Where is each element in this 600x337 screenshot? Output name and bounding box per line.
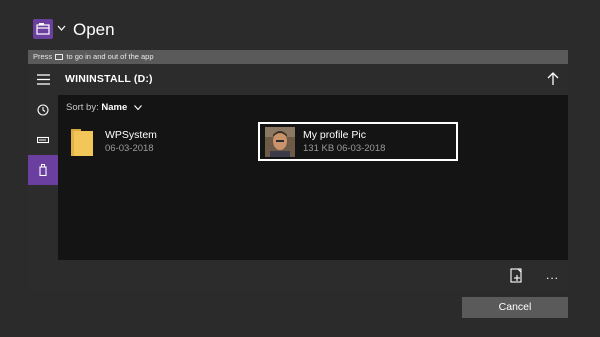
file-name: My profile Pic: [303, 128, 367, 141]
hint-suffix: to go in and out of the app: [66, 52, 154, 61]
chevron-down-icon[interactable]: [57, 25, 66, 31]
dialog-title: Open: [73, 20, 115, 39]
folder-icon: [71, 129, 93, 156]
current-location: WININSTALL (D:): [65, 73, 153, 85]
sort-value: Name: [101, 102, 128, 113]
cancel-button[interactable]: Cancel: [462, 297, 568, 318]
nav-item-device[interactable]: [28, 125, 58, 155]
photo-thumbnail: [265, 126, 295, 157]
file-item-folder[interactable]: WPSystem 06-03-2018: [70, 127, 157, 157]
drive-icon: [37, 136, 49, 144]
more-icon[interactable]: ...: [546, 269, 559, 281]
hamburger-icon[interactable]: [37, 74, 50, 85]
command-bar: ...: [58, 260, 568, 290]
controller-hint-bar: Press to go in and out of the app: [28, 50, 568, 64]
up-arrow-icon[interactable]: [547, 72, 559, 86]
usb-drive-icon: [39, 164, 47, 176]
sort-label: Sort by:: [66, 102, 99, 113]
file-item-selected[interactable]: My profile Pic 131 KB 06-03-2018: [258, 122, 458, 161]
file-explorer-icon: [33, 19, 53, 39]
location-bar: WININSTALL (D:): [28, 64, 568, 95]
clock-icon: [37, 104, 49, 116]
file-meta: 06-03-2018: [105, 143, 154, 154]
navigation-pane: [28, 95, 58, 290]
chevron-down-icon: [133, 105, 142, 110]
new-folder-icon[interactable]: [510, 267, 524, 283]
view-keyboard-icon: [55, 54, 64, 61]
hint-prefix: Press: [33, 52, 53, 61]
file-meta: 131 KB 06-03-2018: [303, 142, 386, 154]
nav-item-usb-drive[interactable]: [28, 155, 58, 185]
file-picker-panel: WININSTALL (D:) Sort by: Name WPSystem 0…: [28, 64, 568, 290]
nav-item-recent[interactable]: [28, 95, 58, 125]
file-name: WPSystem: [105, 129, 157, 141]
sort-by-control[interactable]: Sort by: Name: [66, 102, 142, 113]
